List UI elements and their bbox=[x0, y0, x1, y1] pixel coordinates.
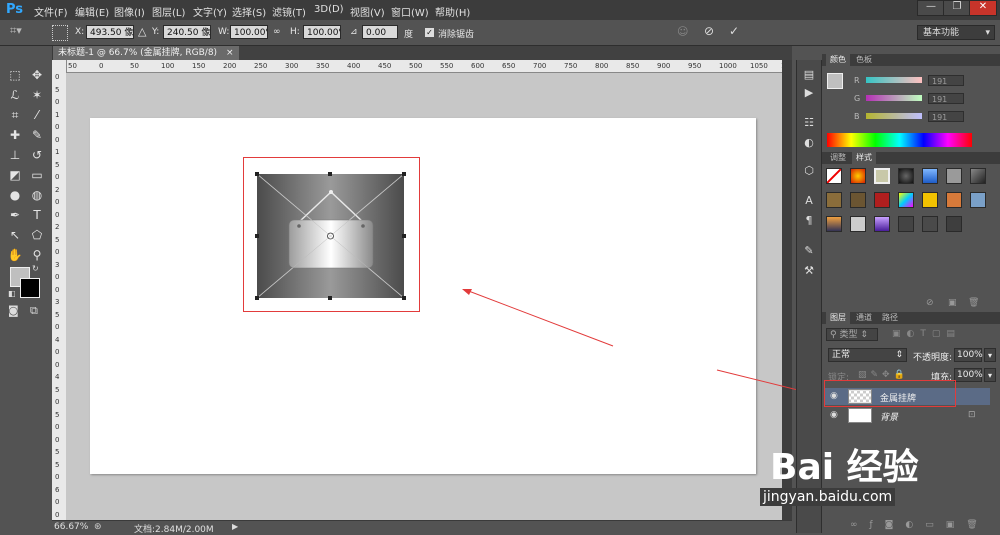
3d-icon[interactable]: ⬡ bbox=[801, 164, 817, 178]
style-swatch[interactable] bbox=[970, 168, 986, 184]
filter-kind-label: 类型 bbox=[839, 330, 858, 340]
new-style-icon[interactable]: ▣ bbox=[948, 298, 957, 308]
lock-icon[interactable]: ⊡ bbox=[968, 410, 976, 420]
style-swatch[interactable] bbox=[970, 192, 986, 208]
baidu-watermark: Bai 经验 jingyan.baidu.com bbox=[760, 428, 1000, 533]
tab-color[interactable]: 颜色 bbox=[826, 54, 850, 66]
b-slider[interactable] bbox=[866, 113, 922, 119]
style-swatch[interactable] bbox=[898, 168, 914, 184]
style-swatch[interactable] bbox=[898, 192, 914, 208]
color-fg-swatch[interactable] bbox=[827, 73, 843, 89]
eye-icon[interactable]: ◉ bbox=[830, 410, 840, 420]
layer-thumbnail bbox=[848, 408, 872, 423]
watermark-url: jingyan.baidu.com bbox=[760, 488, 896, 506]
paragraph-icon[interactable]: ¶ bbox=[801, 214, 817, 228]
g-label: G bbox=[854, 94, 861, 103]
r-label: R bbox=[854, 76, 860, 85]
styles-panel-tabs: 调整 样式 bbox=[822, 152, 1000, 164]
color-panel-tabs: 颜色 色板 bbox=[822, 54, 1000, 66]
opacity-label: 不透明度: bbox=[913, 353, 953, 363]
layer-filter-icons[interactable]: ▣◐T▢▤ bbox=[892, 329, 961, 339]
style-swatch[interactable] bbox=[826, 216, 842, 232]
style-swatch[interactable] bbox=[874, 192, 890, 208]
fill-field[interactable]: 100% bbox=[954, 368, 983, 382]
fill-dropdown-icon[interactable]: ▾ bbox=[984, 368, 996, 382]
brush-presets-icon[interactable]: ✎ bbox=[801, 244, 817, 258]
tab-paths[interactable]: 路径 bbox=[878, 312, 902, 324]
style-swatch-none[interactable] bbox=[826, 168, 842, 184]
g-value-field[interactable]: 191 bbox=[928, 93, 964, 104]
annotation-highlight-box bbox=[824, 380, 956, 407]
blend-mode-select[interactable]: 正常 ⇕ bbox=[828, 348, 907, 362]
trash-icon[interactable]: 🗑 bbox=[968, 298, 979, 308]
r-value-field[interactable]: 191 bbox=[928, 75, 964, 86]
tab-layers[interactable]: 图层 bbox=[826, 312, 850, 324]
style-swatch[interactable] bbox=[946, 168, 962, 184]
g-slider[interactable] bbox=[866, 95, 922, 101]
tab-channels[interactable]: 通道 bbox=[852, 312, 876, 324]
status-menu-arrow-icon[interactable]: ▶ bbox=[232, 522, 238, 531]
watermark-logo: Bai 经验 bbox=[770, 447, 919, 488]
layers-panel-tabs: 图层 通道 路径 bbox=[822, 312, 1000, 324]
style-delete-stop-icon[interactable]: ⊘ bbox=[926, 298, 934, 308]
style-swatch[interactable] bbox=[850, 168, 866, 184]
blend-mode-label: 正常 bbox=[832, 350, 851, 360]
r-slider[interactable] bbox=[866, 77, 922, 83]
tool-presets-icon[interactable]: ⚒ bbox=[801, 264, 817, 278]
style-swatch[interactable] bbox=[922, 192, 938, 208]
style-swatch[interactable] bbox=[874, 168, 890, 184]
layer-filter-select[interactable]: ⚲ 类型 ⇕ bbox=[826, 328, 878, 341]
status-info-icon[interactable]: ⊛ bbox=[94, 522, 102, 532]
lock-icons[interactable]: ▧✎✥🔒 bbox=[858, 370, 909, 380]
style-swatch[interactable] bbox=[946, 192, 962, 208]
history-icon[interactable]: ▤ bbox=[801, 68, 817, 82]
actions-icon[interactable]: ▶ bbox=[801, 86, 817, 100]
adjustments-icon[interactable]: ◐ bbox=[801, 136, 817, 150]
tab-swatches[interactable]: 色板 bbox=[852, 54, 876, 66]
layer-name[interactable]: 背景 bbox=[880, 410, 898, 423]
status-bar: 66.67% ⊛ 文档:2.84M/2.00M ▶ bbox=[52, 520, 792, 535]
properties-icon[interactable]: ☷ bbox=[801, 116, 817, 130]
layer-row-background[interactable]: ◉ 背景 ⊡ bbox=[824, 407, 990, 424]
style-swatch[interactable] bbox=[850, 192, 866, 208]
character-icon[interactable]: A bbox=[801, 194, 817, 208]
styles-grid bbox=[824, 166, 986, 238]
opacity-field[interactable]: 100% bbox=[954, 348, 983, 362]
style-swatch[interactable] bbox=[850, 216, 866, 232]
chevron-down-icon: ⇕ bbox=[895, 350, 903, 360]
b-label: B bbox=[854, 112, 860, 121]
style-swatch[interactable] bbox=[898, 216, 914, 232]
zoom-level[interactable]: 66.67% bbox=[54, 522, 88, 532]
b-value-field[interactable]: 191 bbox=[928, 111, 964, 122]
tab-styles[interactable]: 样式 bbox=[852, 152, 876, 164]
style-swatch[interactable] bbox=[922, 168, 938, 184]
document-size: 文档:2.84M/2.00M bbox=[134, 525, 214, 535]
style-swatch[interactable] bbox=[826, 192, 842, 208]
style-swatch[interactable] bbox=[922, 216, 938, 232]
tab-adjustments[interactable]: 调整 bbox=[826, 152, 850, 164]
style-swatch[interactable] bbox=[874, 216, 890, 232]
style-swatch[interactable] bbox=[946, 216, 962, 232]
opacity-dropdown-icon[interactable]: ▾ bbox=[984, 348, 996, 362]
color-spectrum[interactable] bbox=[827, 133, 972, 147]
